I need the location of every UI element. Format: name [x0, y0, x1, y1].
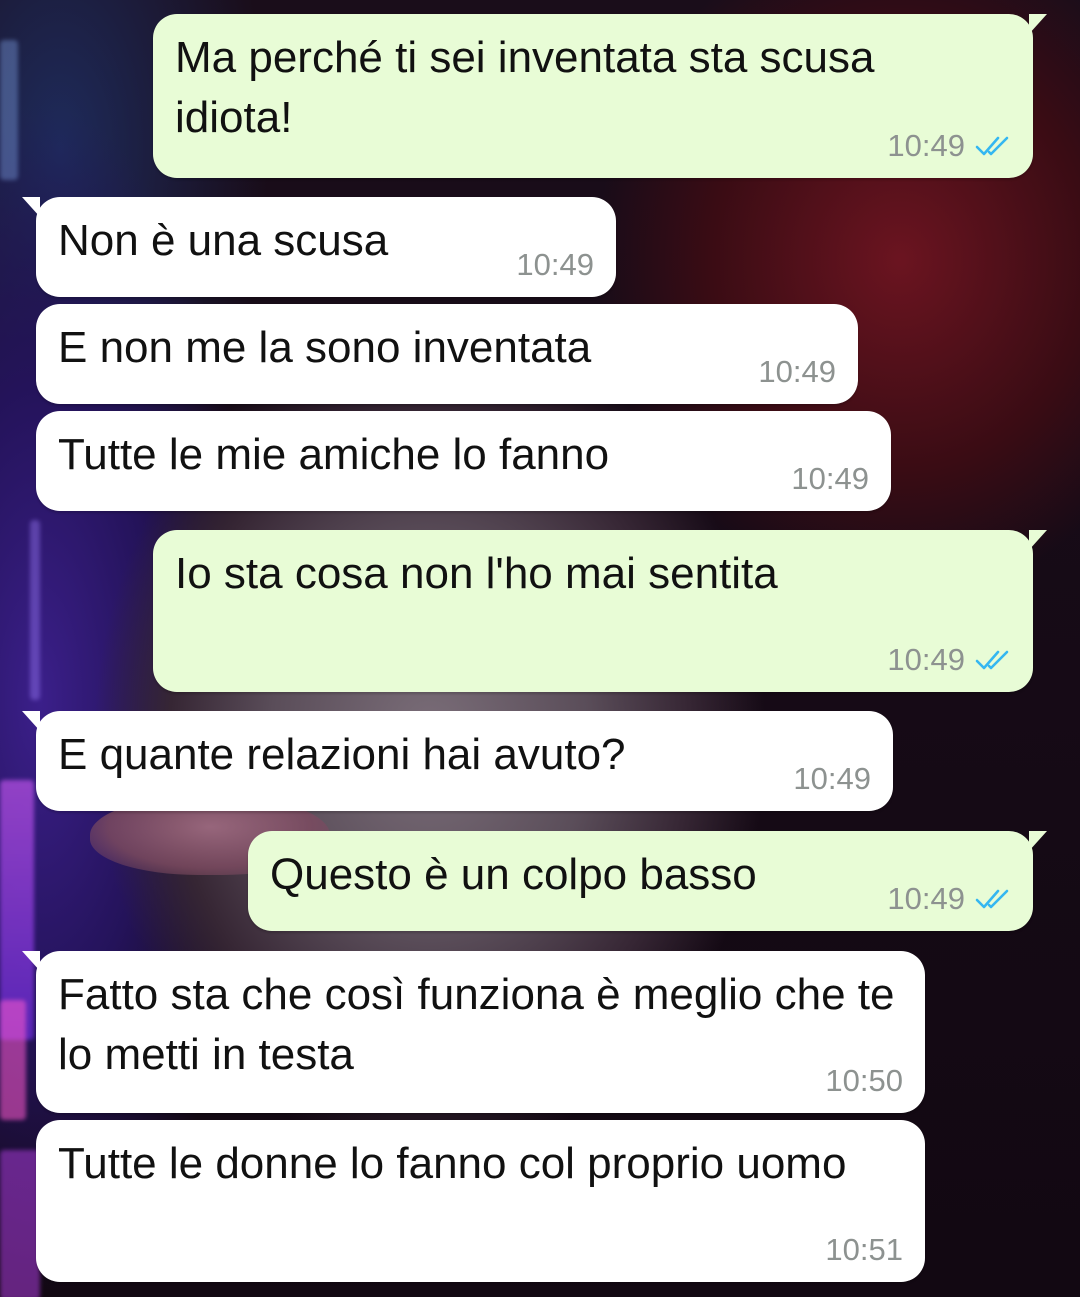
message-text: Tutte le mie amiche lo fanno: [58, 430, 610, 479]
message-bubble-incoming[interactable]: Non è una scusa 10:49: [22, 197, 616, 297]
message-bubble-incoming[interactable]: E quante relazioni hai avuto? 10:49: [22, 711, 893, 811]
message-meta: 10:51: [825, 1232, 903, 1268]
bubble-tail: [1029, 14, 1047, 34]
message-bubble-incoming[interactable]: Tutte le donne lo fanno col proprio uomo…: [36, 1120, 925, 1282]
message-text: E quante relazioni hai avuto?: [58, 730, 626, 779]
wallpaper-neon-strip: [0, 40, 18, 180]
message-time: 10:50: [825, 1063, 903, 1098]
bubble-tail: [1029, 831, 1047, 851]
wallpaper-neon-strip: [0, 1150, 40, 1297]
message-time: 10:49: [793, 761, 871, 796]
message-bubble-incoming[interactable]: E non me la sono inventata 10:49: [36, 304, 858, 404]
message-time: 10:49: [887, 881, 965, 916]
message-bubble-outgoing[interactable]: Ma perché ti sei inventata sta scusa idi…: [153, 14, 1047, 178]
message-meta: 10:49: [758, 354, 836, 390]
message-meta: 10:49: [793, 761, 871, 797]
double-check-icon: [975, 136, 1009, 156]
message-text: Tutte le donne lo fanno col proprio uomo: [58, 1139, 847, 1188]
message-text: E non me la sono inventata: [58, 323, 592, 372]
message-time: 10:51: [825, 1232, 903, 1267]
message-text: Ma perché ti sei inventata sta scusa idi…: [175, 33, 887, 142]
message-time: 10:49: [791, 461, 869, 496]
message-meta: 10:50: [825, 1063, 903, 1099]
message-bubble-outgoing[interactable]: Questo è un colpo basso 10:49: [248, 831, 1047, 931]
message-text: Fatto sta che così funziona è meglio che…: [58, 970, 907, 1079]
message-meta: 10:49: [887, 128, 1011, 164]
wallpaper-neon-strip: [0, 1000, 26, 1120]
message-time: 10:49: [516, 247, 594, 282]
bubble-tail: [1029, 530, 1047, 550]
message-bubble-incoming[interactable]: Tutte le mie amiche lo fanno 10:49: [36, 411, 891, 511]
bubble-tail: [22, 711, 40, 731]
message-time: 10:49: [758, 354, 836, 389]
message-meta: 10:49: [887, 642, 1011, 678]
bubble-tail: [22, 197, 40, 217]
double-check-icon: [975, 650, 1009, 670]
message-bubble-outgoing[interactable]: Io sta cosa non l'ho mai sentita 10:49: [153, 530, 1047, 692]
message-bubble-incoming[interactable]: Fatto sta che così funziona è meglio che…: [22, 951, 925, 1113]
message-time: 10:49: [887, 642, 965, 677]
message-text: Non è una scusa: [58, 216, 389, 265]
message-meta: 10:49: [887, 881, 1011, 917]
message-meta: 10:49: [516, 247, 594, 283]
message-text: Io sta cosa non l'ho mai sentita: [175, 549, 778, 598]
wallpaper-neon-strip: [30, 520, 40, 700]
bubble-tail: [22, 951, 40, 971]
message-meta: 10:49: [791, 461, 869, 497]
message-time: 10:49: [887, 128, 965, 163]
double-check-icon: [975, 889, 1009, 909]
